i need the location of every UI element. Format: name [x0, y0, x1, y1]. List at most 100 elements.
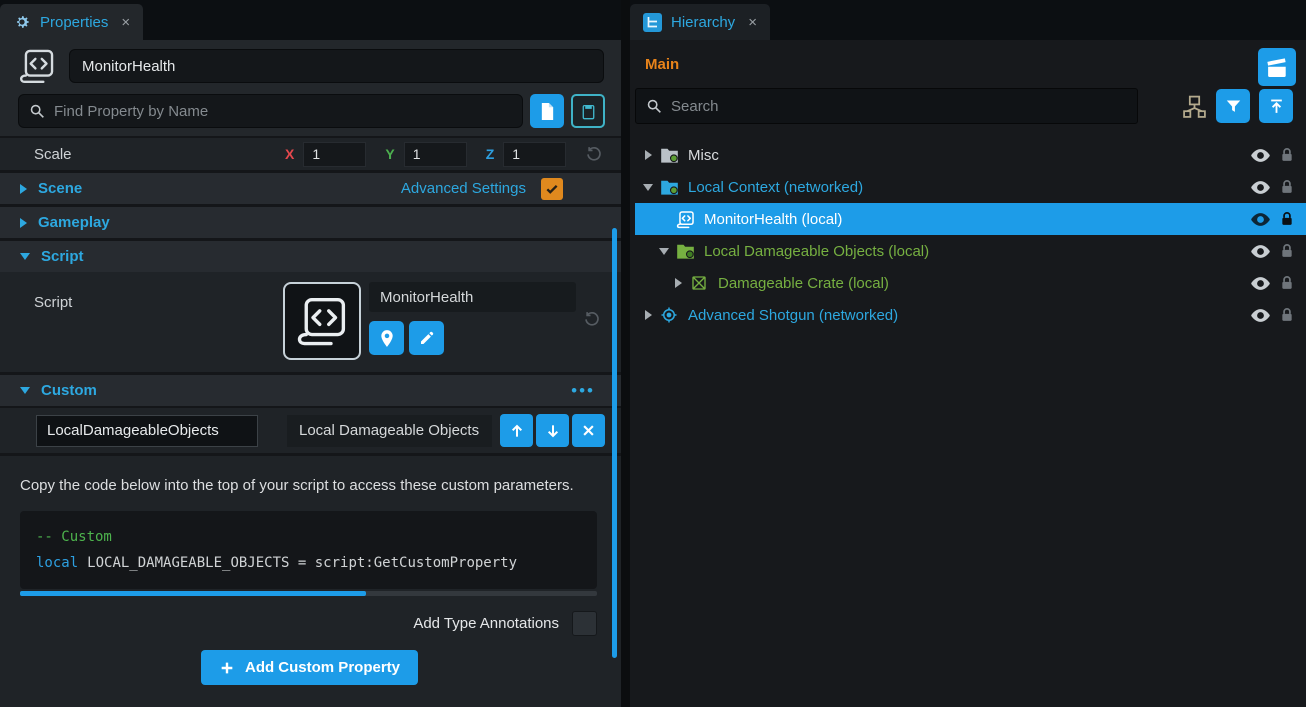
code-text: LOCAL_DAMAGEABLE_OBJECTS = script:GetCus…	[87, 555, 517, 571]
custom-property-id-input[interactable]	[36, 415, 258, 447]
scale-y-input[interactable]	[404, 142, 467, 167]
code-snippet: -- Custom localLOCAL_DAMAGEABLE_OBJECTS …	[20, 511, 597, 589]
find-script-button[interactable]	[369, 321, 404, 355]
type-annotations-checkbox[interactable]	[572, 611, 597, 636]
scale-z-input[interactable]	[503, 142, 566, 167]
axis-z-label: Z	[486, 146, 495, 162]
delete-custom-property-button[interactable]	[572, 414, 605, 447]
visibility-eye-icon[interactable]	[1251, 149, 1270, 162]
advanced-settings-checkbox[interactable]	[541, 178, 563, 200]
arrow-up-icon	[509, 423, 525, 439]
networked-folder-icon	[658, 176, 680, 198]
arrow-down-icon	[545, 423, 561, 439]
scale-x-input[interactable]	[303, 142, 366, 167]
tab-properties[interactable]: Properties ×	[0, 4, 143, 40]
section-scene[interactable]: Scene Advanced Settings	[0, 173, 621, 204]
tree-row-monitorhealth[interactable]: MonitorHealth (local)	[635, 203, 1306, 235]
lock-icon[interactable]	[1280, 307, 1294, 323]
visibility-eye-icon[interactable]	[1251, 245, 1270, 258]
chevron-right-icon[interactable]	[20, 218, 27, 228]
type-annotations-row: Add Type Annotations	[20, 611, 597, 636]
chevron-down-icon[interactable]	[20, 253, 30, 260]
tree-row-misc[interactable]: Misc	[635, 139, 1306, 171]
code-horizontal-scrollbar[interactable]	[20, 591, 597, 596]
filter-button[interactable]	[1216, 89, 1250, 123]
export-button[interactable]	[1259, 89, 1293, 123]
custom-help-text: Copy the code below into the top of your…	[20, 476, 592, 496]
collapse-icon[interactable]	[643, 184, 653, 191]
move-down-button[interactable]	[536, 414, 569, 447]
copy-icon	[540, 103, 555, 120]
copy-properties-button[interactable]	[530, 94, 564, 128]
advanced-settings-link[interactable]: Advanced Settings	[401, 180, 526, 197]
script-object-icon	[18, 47, 56, 85]
hierarchy-icon	[643, 13, 662, 32]
hierarchy-search-input[interactable]	[671, 98, 1127, 115]
section-gameplay[interactable]: Gameplay	[0, 207, 621, 238]
pencil-icon	[419, 330, 435, 346]
expand-icon[interactable]	[645, 310, 652, 320]
reset-scale-icon[interactable]	[585, 145, 603, 163]
section-gameplay-title: Gameplay	[38, 214, 110, 231]
lock-icon[interactable]	[1280, 211, 1294, 227]
section-scene-title: Scene	[38, 180, 82, 197]
clapperboard-icon	[1266, 57, 1288, 78]
chevron-down-icon[interactable]	[20, 387, 30, 394]
hierarchy-search-box[interactable]	[635, 88, 1138, 124]
script-asset-column: MonitorHealth	[369, 282, 576, 360]
tree-row-local-damageable-objects[interactable]: Local Damageable Objects (local)	[635, 235, 1306, 267]
close-icon[interactable]: ×	[748, 14, 757, 31]
hierarchy-tree: Misc Local Context (networked)	[630, 139, 1306, 331]
add-custom-property-button[interactable]: Add Custom Property	[201, 650, 418, 685]
tree-row-advanced-shotgun[interactable]: Advanced Shotgun (networked)	[635, 299, 1306, 331]
hierarchy-search-row	[630, 88, 1306, 124]
collapse-icon[interactable]	[659, 248, 669, 255]
script-asset-name: MonitorHealth	[369, 282, 576, 312]
section-custom[interactable]: Custom •••	[0, 375, 621, 406]
chevron-right-icon[interactable]	[20, 184, 27, 194]
tab-hierarchy-label: Hierarchy	[671, 14, 735, 31]
folder-icon	[674, 240, 696, 262]
object-name-input[interactable]	[69, 49, 604, 83]
scale-property-row: Scale X Y Z	[0, 136, 621, 170]
visibility-eye-icon[interactable]	[1251, 277, 1270, 290]
section-script[interactable]: Script	[0, 241, 621, 272]
tab-hierarchy[interactable]: Hierarchy ×	[630, 4, 770, 40]
folder-icon	[658, 144, 680, 166]
scrollbar-thumb[interactable]	[20, 591, 366, 596]
lock-icon[interactable]	[1280, 179, 1294, 195]
properties-vertical-scrollbar[interactable]	[612, 228, 617, 658]
lock-icon[interactable]	[1280, 275, 1294, 291]
visibility-eye-icon[interactable]	[1251, 213, 1270, 226]
hierarchy-tabbar: Hierarchy ×	[630, 0, 1306, 40]
expand-icon[interactable]	[675, 278, 682, 288]
tree-row-label: Misc	[688, 147, 719, 164]
shared-assets-icon[interactable]	[1182, 94, 1207, 119]
tree-row-local-context[interactable]: Local Context (networked)	[635, 171, 1306, 203]
property-search-box[interactable]	[18, 94, 523, 128]
scenes-button[interactable]	[1258, 48, 1296, 86]
script-asset-slot[interactable]	[283, 282, 361, 360]
lock-icon[interactable]	[1280, 243, 1294, 259]
property-search-input[interactable]	[54, 103, 512, 120]
tree-row-label: Advanced Shotgun (networked)	[688, 307, 898, 324]
script-icon	[674, 208, 696, 230]
search-icon	[29, 103, 45, 119]
close-icon[interactable]: ×	[121, 14, 130, 31]
scene-name-label[interactable]: Main	[645, 56, 679, 73]
reset-script-icon[interactable]	[583, 310, 601, 328]
visibility-eye-icon[interactable]	[1251, 181, 1270, 194]
paste-properties-button[interactable]	[571, 94, 605, 128]
scale-label: Scale	[34, 146, 285, 163]
edit-script-button[interactable]	[409, 321, 444, 355]
panel-divider[interactable]	[621, 0, 630, 707]
visibility-eye-icon[interactable]	[1251, 309, 1270, 322]
lock-icon[interactable]	[1280, 147, 1294, 163]
code-comment: -- Custom	[36, 529, 112, 545]
expand-icon[interactable]	[645, 150, 652, 160]
custom-menu-icon[interactable]: •••	[571, 381, 595, 401]
gear-icon	[13, 13, 31, 31]
tree-row-damageable-crate[interactable]: Damageable Crate (local)	[635, 267, 1306, 299]
move-up-button[interactable]	[500, 414, 533, 447]
custom-help-area: Copy the code below into the top of your…	[0, 456, 621, 707]
